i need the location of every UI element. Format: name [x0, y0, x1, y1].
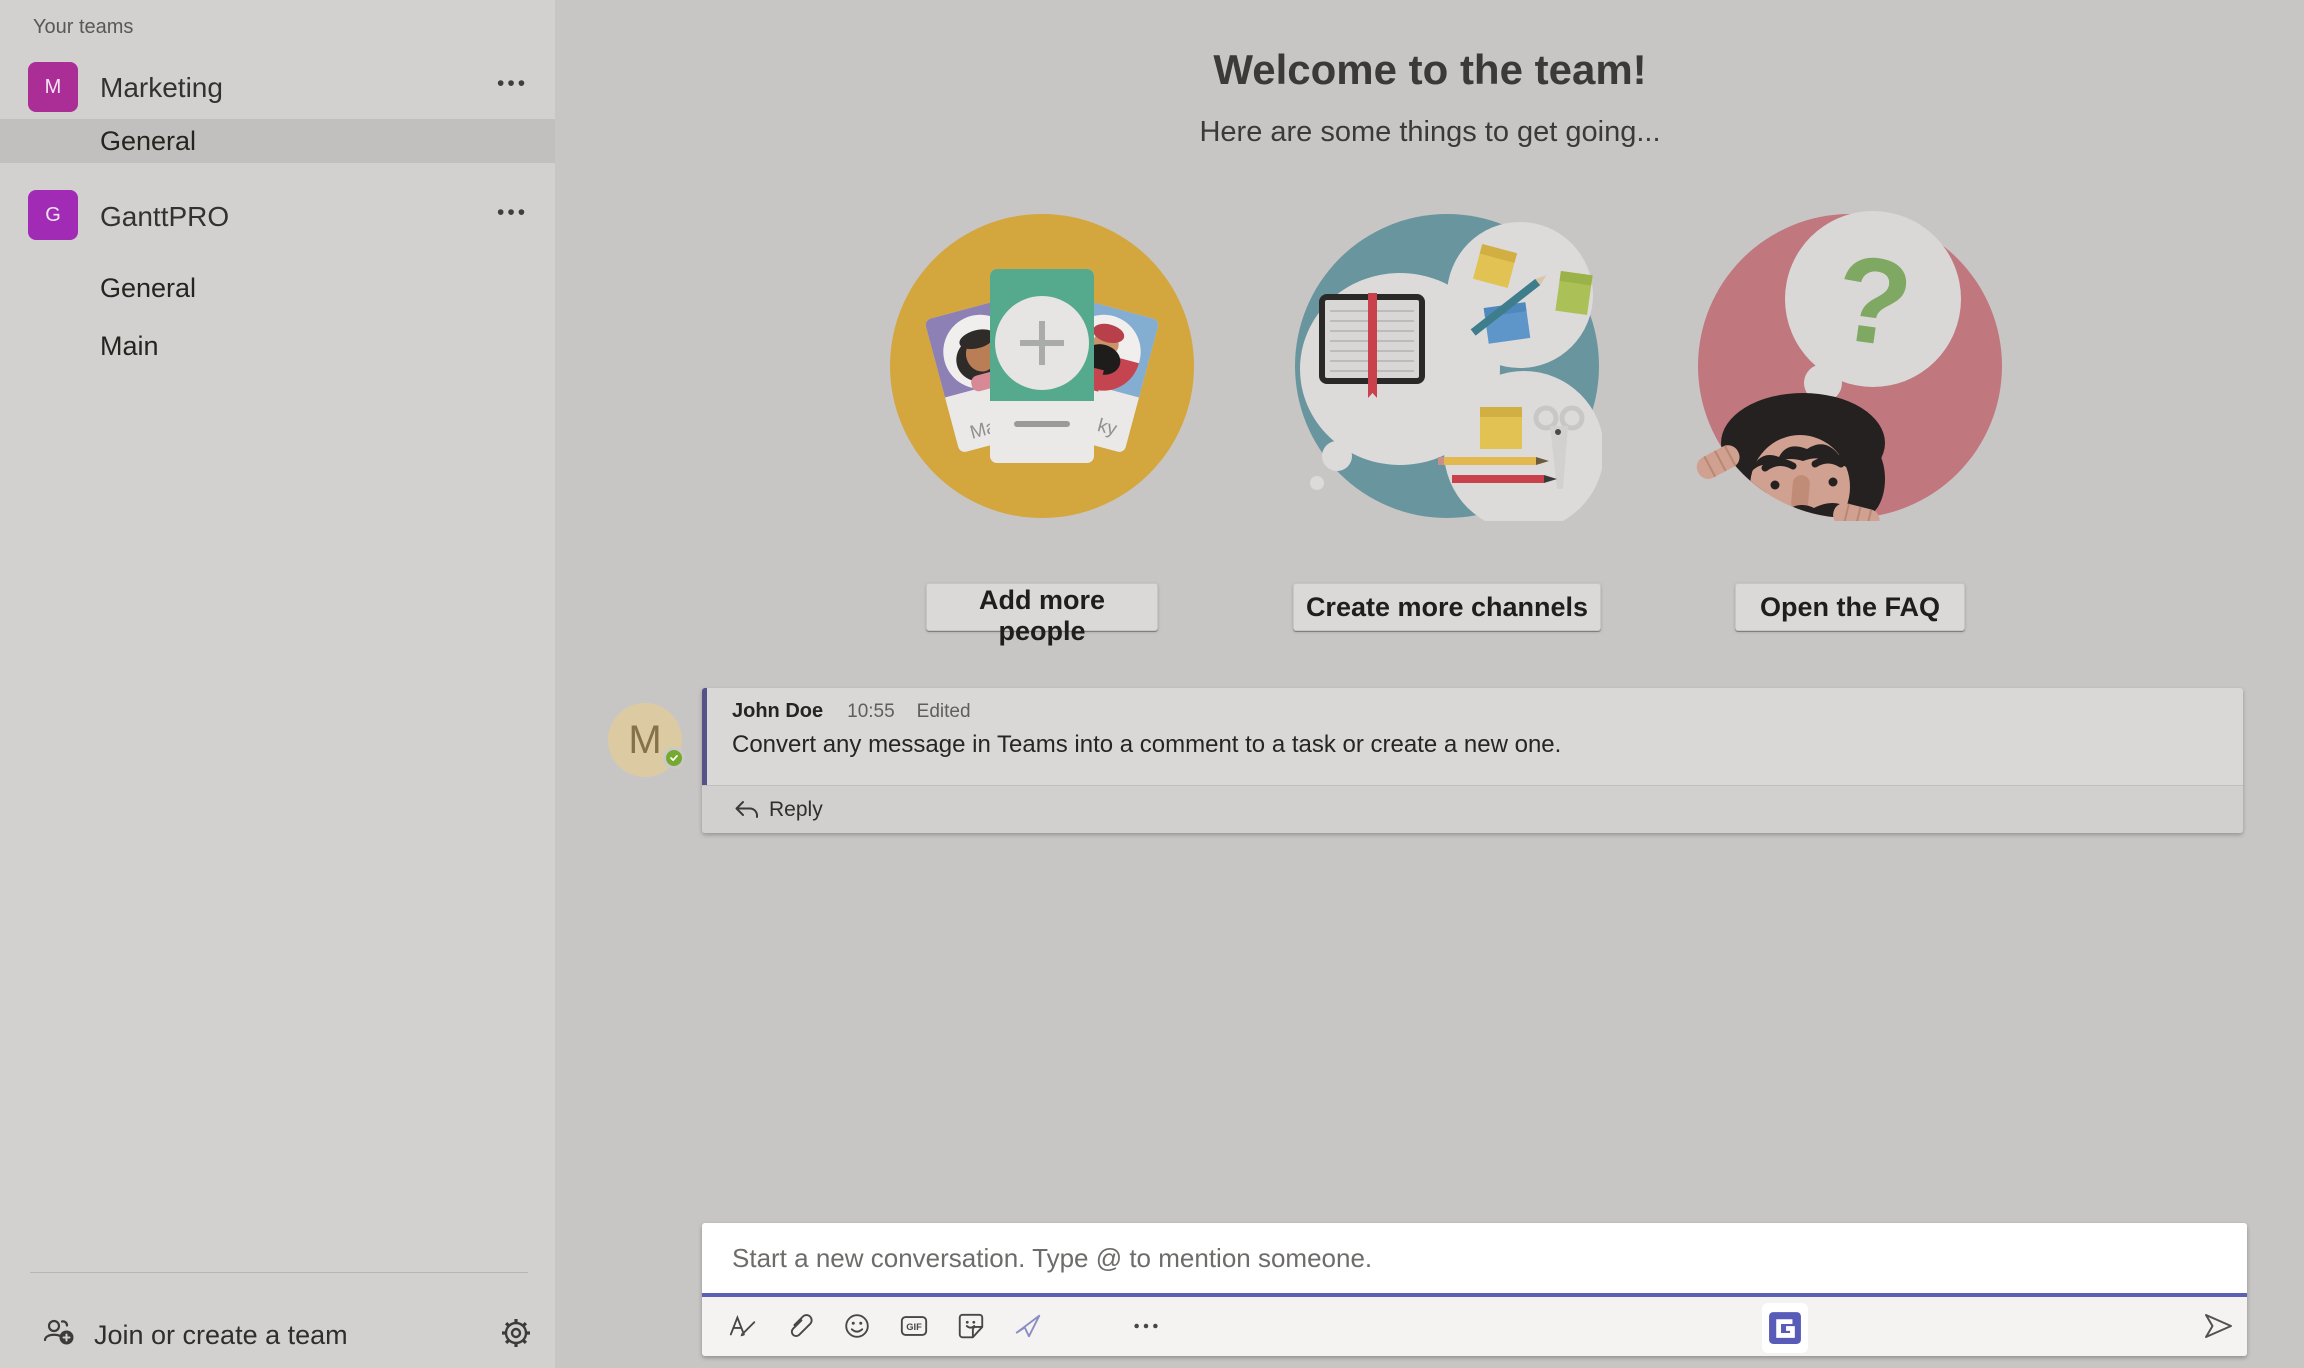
reply-button[interactable]: Reply — [702, 785, 2243, 833]
your-teams-label: Your teams — [33, 16, 133, 39]
team-name-marketing[interactable]: Marketing — [100, 72, 223, 104]
channel-label: General — [100, 273, 196, 304]
reply-label: Reply — [769, 798, 823, 822]
sidebar-item-ganttpro-main[interactable]: Main — [0, 324, 555, 368]
meet-now-icon[interactable] — [1013, 1311, 1043, 1341]
teams-app: Your teams M Marketing ••• General G Gan… — [0, 0, 2304, 1368]
ganttpro-app-highlight[interactable] — [1762, 1303, 1808, 1353]
send-icon[interactable] — [2201, 1309, 2235, 1343]
compose-box: GIF — [702, 1223, 2247, 1356]
add-people-icon — [42, 1316, 76, 1350]
message-body[interactable]: John Doe 10:55 Edited Convert any messag… — [702, 688, 2243, 785]
message-card: John Doe 10:55 Edited Convert any messag… — [702, 688, 2243, 833]
sidebar-divider — [30, 1272, 528, 1273]
avatar: M — [608, 703, 682, 777]
compose-input-wrap — [702, 1223, 2247, 1293]
more-options-icon[interactable]: ••• — [497, 201, 528, 225]
attach-icon[interactable] — [785, 1311, 815, 1341]
reply-arrow-icon — [733, 799, 759, 821]
team-initial: M — [45, 76, 62, 99]
message-header: John Doe 10:55 Edited — [732, 700, 2243, 723]
team-avatar-ganttpro: G — [28, 190, 78, 240]
team-initial: G — [45, 204, 61, 227]
sidebar-item-marketing-general[interactable]: General — [0, 119, 555, 163]
team-avatar-marketing: M — [28, 62, 78, 112]
new-conversation-input[interactable] — [730, 1242, 2214, 1275]
faq-illustration: ? — [1695, 211, 2005, 521]
ganttpro-app-icon[interactable] — [1768, 1311, 1802, 1345]
sticker-icon[interactable] — [956, 1311, 986, 1341]
join-or-create-team-button[interactable]: Join or create a team — [94, 1320, 348, 1351]
add-more-people-button[interactable]: Add more people — [926, 583, 1158, 631]
format-icon[interactable] — [728, 1311, 758, 1341]
sidebar: Your teams M Marketing ••• General G Gan… — [0, 0, 555, 1368]
svg-text:GIF: GIF — [906, 1322, 922, 1332]
add-people-illustration: Maxine ky — [887, 211, 1197, 521]
team-name-ganttpro[interactable]: GanttPRO — [100, 201, 229, 233]
more-options-icon[interactable] — [1131, 1311, 1161, 1341]
emoji-icon[interactable] — [842, 1311, 872, 1341]
channel-label: General — [100, 126, 196, 157]
create-channels-illustration — [1292, 211, 1602, 521]
more-options-icon[interactable]: ••• — [497, 72, 528, 96]
message-author: John Doe — [732, 700, 823, 723]
message-edited-badge: Edited — [917, 701, 971, 723]
compose-toolbar: GIF — [702, 1297, 2247, 1356]
message-text: Convert any message in Teams into a comm… — [732, 731, 2243, 759]
page-title: Welcome to the team! — [900, 46, 1960, 94]
page-subtitle: Here are some things to get going... — [900, 116, 1960, 149]
create-more-channels-button[interactable]: Create more channels — [1293, 583, 1601, 631]
channel-label: Main — [100, 331, 159, 362]
gear-icon[interactable] — [499, 1316, 533, 1350]
avatar-initial: M — [628, 718, 661, 763]
open-faq-button[interactable]: Open the FAQ — [1735, 583, 1965, 631]
sidebar-item-ganttpro-general[interactable]: General — [0, 266, 555, 310]
presence-available-icon — [663, 747, 685, 769]
message-timestamp: 10:55 — [847, 701, 895, 723]
gif-icon[interactable]: GIF — [899, 1311, 929, 1341]
join-or-create-row: Join or create a team — [0, 1310, 555, 1366]
